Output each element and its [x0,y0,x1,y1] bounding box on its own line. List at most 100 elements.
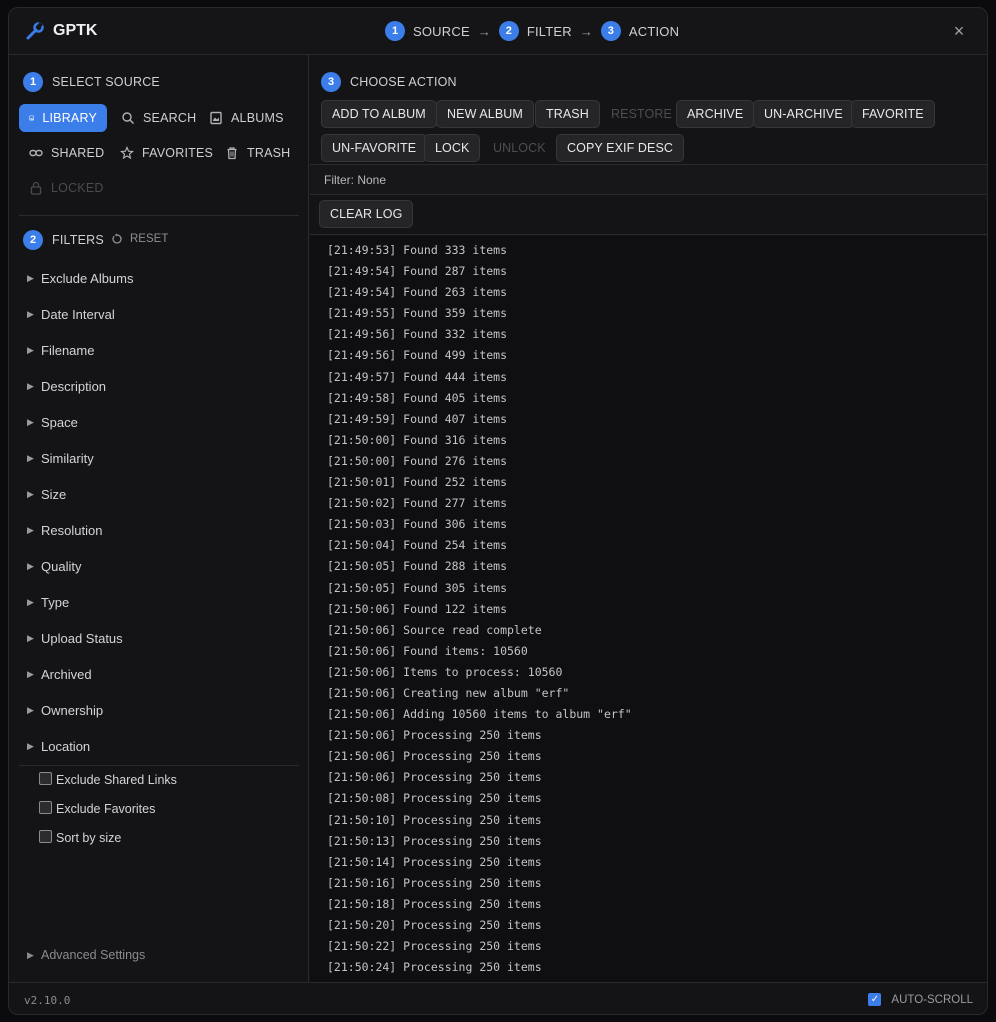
trash-icon [227,147,237,160]
triangle-right-icon: ▶ [27,488,34,499]
filter-status-bar: Filter: None [310,164,987,195]
auto-scroll-toggle[interactable]: ✓ AUTO-SCROLL [868,993,973,1006]
checkbox-box[interactable] [39,829,52,843]
filter-quality[interactable]: ▶ Quality [27,556,81,576]
source-albums-label: ALBUMS [231,111,284,125]
filter-label: Date Interval [41,306,115,322]
source-trash-button[interactable]: TRASH [215,139,300,167]
link-icon [29,149,43,157]
triangle-right-icon: ▶ [27,452,34,463]
filter-label: Description [41,378,107,394]
filter-label: Ownership [41,702,104,718]
star-icon [120,146,134,160]
log-line: [21:50:16] Processing 250 items [327,875,542,890]
section-number: 3 [321,72,341,92]
reset-filters-button[interactable]: RESET [111,233,168,245]
triangle-right-icon: ▶ [27,344,34,355]
filter-resolution[interactable]: ▶ Resolution [27,520,102,540]
log-line: [21:50:08] Processing 250 items [327,791,542,806]
filter-exclude-albums[interactable]: ▶ Exclude Albums [27,268,134,288]
filter-upload-status[interactable]: ▶ Upload Status [27,628,123,648]
filter-size[interactable]: ▶ Size [27,484,66,504]
album-icon [210,111,222,125]
filter-label: Filename [41,342,95,358]
log-output[interactable]: [21:49:53] Found 333 items [21:49:54] Fou… [310,236,987,982]
source-shared-button[interactable]: SHARED [19,139,114,167]
triangle-right-icon: ▶ [27,272,34,283]
log-lines: [21:49:53] Found 333 items [21:49:54] Fou… [327,243,987,981]
log-line: [21:50:13] Processing 250 items [327,833,542,848]
section-number: 1 [23,72,43,92]
sort-by-size-checkbox[interactable]: Sort by size [39,829,121,845]
source-library-label: LIBRARY [42,111,97,125]
log-line: [21:50:00] Found 316 items [327,432,508,447]
log-line: [21:49:55] Found 359 items [327,306,508,321]
log-line: [21:50:06] Processing 250 items [327,770,542,785]
log-line: [21:50:06] Source read complete [327,622,542,637]
reset-label: RESET [130,233,169,245]
filter-location[interactable]: ▶ Location [27,736,90,756]
source-locked-button[interactable]: LOCKED [19,174,114,202]
triangle-right-icon: ▶ [27,668,34,679]
log-line: [21:50:06] Creating new album "erf" [327,685,570,700]
restore-button[interactable]: RESTORE [600,100,683,128]
filter-label: Location [41,738,91,754]
exclude-shared-links-checkbox[interactable]: Exclude Shared Links [39,771,177,787]
source-library-button[interactable]: LIBRARY [19,104,107,132]
favorite-button[interactable]: FAVORITE [851,100,935,128]
source-search-button[interactable]: SEARCH [111,104,206,132]
section-title: SELECT SOURCE [52,75,160,89]
checkbox-label: Exclude Shared Links [56,773,177,787]
log-toolbar: CLEAR LOG [310,195,987,235]
log-line: [21:49:58] Found 405 items [327,390,508,405]
new-album-button[interactable]: NEW ALBUM [436,100,534,128]
checkmark-icon[interactable]: ✓ [868,993,882,1006]
archive-button[interactable]: ARCHIVE [676,100,755,128]
log-line: [21:50:22] Processing 250 items [327,939,542,954]
copy-exif-desc-button[interactable]: COPY EXIF DESC [556,134,685,162]
advanced-settings-toggle[interactable]: ▶ Advanced Settings [27,948,145,962]
triangle-right-icon: ▶ [27,380,34,391]
step-indicator: 1 SOURCE → 2 FILTER → 3 ACTION [385,21,679,41]
log-line: [21:50:05] Found 288 items [327,559,508,574]
source-shared-label: SHARED [51,146,105,160]
clear-log-button[interactable]: CLEAR LOG [319,200,414,228]
filter-space[interactable]: ▶ Space [27,412,78,432]
log-line: [21:50:02] Found 277 items [327,496,508,511]
un-favorite-button[interactable]: UN-FAVORITE [321,134,428,162]
un-archive-button[interactable]: UN-ARCHIVE [753,100,854,128]
filter-filename[interactable]: ▶ Filename [27,340,94,360]
filter-label: Type [41,594,70,610]
filter-label: Resolution [41,522,103,538]
filter-type[interactable]: ▶ Type [27,592,69,612]
close-icon[interactable]: × [949,21,969,41]
source-albums-button[interactable]: ALBUMS [199,104,294,132]
log-line: [21:50:05] Found 305 items [327,580,508,595]
filter-similarity[interactable]: ▶ Similarity [27,448,94,468]
triangle-right-icon: ▶ [27,704,34,715]
triangle-right-icon: ▶ [27,596,34,607]
log-line: [21:50:03] Found 306 items [327,517,508,532]
unlock-button[interactable]: UNLOCK [482,134,557,162]
lock-button[interactable]: LOCK [424,134,481,162]
triangle-right-icon: ▶ [27,949,34,960]
add-to-album-button[interactable]: ADD TO ALBUM [321,100,437,128]
checkbox-box[interactable] [39,800,52,814]
log-line: [21:50:18] Processing 250 items [327,896,542,911]
version-label: v2.10.0 [24,994,71,1007]
trash-button[interactable]: TRASH [535,100,600,128]
log-line: [21:50:20] Processing 250 items [327,918,542,932]
section-title: FILTERS [52,233,104,247]
section-title: CHOOSE ACTION [350,75,457,89]
filter-date-interval[interactable]: ▶ Date Interval [27,304,115,324]
checkbox-box[interactable] [39,771,52,785]
gptk-window: GPTK 1 SOURCE → 2 FILTER → 3 ACTION × 1 … [8,7,988,1015]
filter-description[interactable]: ▶ Description [27,376,106,396]
source-favorites-button[interactable]: FAVORITES [110,139,223,167]
app-title: GPTK [53,22,98,39]
filter-archived[interactable]: ▶ Archived [27,664,92,684]
exclude-favorites-checkbox[interactable]: Exclude Favorites [39,800,155,816]
filter-ownership[interactable]: ▶ Ownership [27,700,103,720]
step-2-number: 2 [498,21,519,41]
divider [19,765,299,766]
